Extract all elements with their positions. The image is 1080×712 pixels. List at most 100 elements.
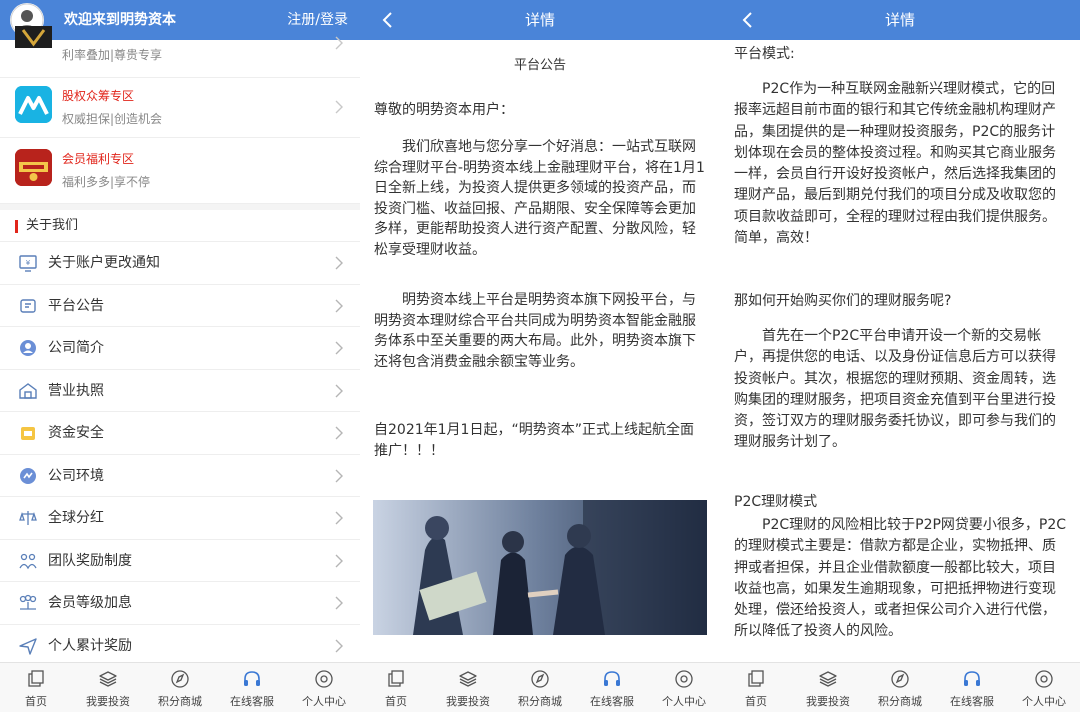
header-title: 详情 [884,11,915,29]
menu-item-license[interactable]: 营业执照 [0,370,360,412]
business-handshake-image [373,500,707,635]
tab-label: 个人中心 [302,695,346,708]
p2c-paragraph-3: P2C理财的风险相比较于P2P网贷要小很多，P2C的理财模式主要是：借款方都是企… [734,517,1067,640]
detail-header: 详情 [720,0,1080,40]
header-title: 详情 [524,11,555,29]
promo-sub: 权威担保|创造机会 [62,112,163,126]
member-welfare-icon [15,149,52,186]
article-paragraph-3: 自2021年1月1日起，“明势资本”正式上线起航全面推广！！！ [374,422,694,459]
customer-service-icon [604,671,620,686]
tab-customer-service[interactable]: 在线客服 [936,663,1008,712]
company-profile-icon [20,340,36,356]
detail-header: 详情 [360,0,720,40]
announcement-icon [20,298,36,313]
tab-label: 积分商城 [518,695,562,708]
tab-user-center[interactable]: 个人中心 [1008,663,1080,712]
chevron-right-icon [335,256,343,270]
vip-badge-icon [15,26,52,48]
section-marker [15,220,18,233]
invest-icon [99,671,117,687]
tab-home[interactable]: 首页 [720,663,792,712]
points-mall-icon [891,670,909,688]
menu-item-label: 资金安全 [48,425,104,441]
customer-service-icon [964,671,980,686]
p2c-paragraph-2: 首先在一个P2C平台申请开设一个新的交易帐户，再提供您的电话、以及身份证信息后方… [734,328,1056,451]
user-center-icon [315,670,333,688]
tab-label: 积分商城 [158,695,202,708]
member-level-icon [19,594,37,610]
svg-text:¥: ¥ [26,259,31,267]
chevron-right-icon [335,36,343,50]
about-us-section: 关于我们 [0,204,360,242]
tab-customer-service[interactable]: 在线客服 [216,663,288,712]
section-title: 关于我们 [26,218,79,233]
tab-bar: 首页 我要投资 积分商城 在线客服 个人中心 [720,662,1080,712]
points-mall-icon [531,670,549,688]
home-icon [28,670,44,687]
menu-item-member-level[interactable]: 会员等级加息 [0,582,360,625]
menu-item-label: 营业执照 [48,382,104,399]
tab-label: 积分商城 [878,695,922,708]
promo-vip[interactable]: 利率叠加|尊贵专享 [0,24,360,78]
menu-item-environment[interactable]: 公司环境 [0,455,360,497]
chevron-right-icon [335,341,343,355]
promo-member-welfare[interactable]: 会员福利专区 福利多多|享不停 [0,138,360,204]
tab-points-mall[interactable]: 积分商城 [504,663,576,712]
announcement-screen: 详情 平台公告 尊敬的明势资本用户： 我们欣喜地与您分享一个好消息：一站式互联网… [360,0,720,712]
tab-invest[interactable]: 我要投资 [792,663,864,712]
chevron-right-icon [335,426,343,440]
menu-item-team-reward[interactable]: 团队奖励制度 [0,540,360,582]
home-icon [748,670,764,687]
personal-reward-icon [19,637,37,655]
promo-crowdfunding[interactable]: 股权众筹专区 权威担保|创造机会 [0,76,360,138]
p2c-paragraph-1: P2C作为一种互联网金融新兴理财模式，它的回报率远超目前市面的银行和其它传统金融… [734,81,1056,247]
tab-label: 个人中心 [1022,695,1066,708]
menu-item-label: 关于账户更改通知 [48,255,160,271]
tab-points-mall[interactable]: 积分商城 [144,663,216,712]
chevron-right-icon [335,299,343,312]
tab-home[interactable]: 首页 [0,663,72,712]
menu-item-dividend[interactable]: 全球分红 [0,497,360,540]
invest-icon [459,671,477,687]
tab-label: 我要投资 [806,695,850,708]
menu-item-label: 全球分红 [48,510,104,526]
menu-item-notice[interactable]: ¥ 关于账户更改通知 [0,242,360,285]
tab-customer-service[interactable]: 在线客服 [576,663,648,712]
tab-user-center[interactable]: 个人中心 [288,663,360,712]
points-mall-icon [171,670,189,688]
chevron-right-icon [335,554,343,567]
article-paragraph-1: 我们欣喜地与您分享一个好消息：一站式互联网综合理财平台-明势资本线上金融理财平台… [374,139,705,258]
tab-home[interactable]: 首页 [360,663,432,712]
menu-item-personal-reward[interactable]: 个人累计奖励 [0,625,360,667]
article-paragraph-2: 明势资本线上平台是明势资本旗下网投平台，与明势资本理财综合平台共同成为明势资本智… [374,292,696,370]
chevron-right-icon [335,639,343,652]
tab-label: 首页 [25,695,47,708]
promo-title: 会员福利专区 [62,152,135,166]
promo-title: 股权众筹专区 [62,89,135,103]
license-icon [19,382,37,399]
tab-label: 首页 [385,695,407,708]
tab-label: 首页 [745,695,767,708]
user-center-icon [675,670,693,688]
tab-label: 在线客服 [590,695,634,708]
notice-icon: ¥ [19,255,37,272]
p2c-mode-heading: P2C理财模式 [734,494,818,510]
menu-item-fund-safety[interactable]: 资金安全 [0,412,360,455]
menu-item-company-profile[interactable]: 公司简介 [0,327,360,370]
user-center-icon [1035,670,1053,688]
tab-invest[interactable]: 我要投资 [432,663,504,712]
home-screen: 欢迎来到明势资本 注册/登录 利率叠加|尊贵专享 股权众筹专区 权威担保|创造机… [0,0,360,712]
greeting: 尊敬的明势资本用户： [374,102,514,118]
tab-label: 我要投资 [446,695,490,708]
menu-item-label: 公司环境 [48,467,104,484]
menu-item-label: 会员等级加息 [48,595,132,611]
tab-invest[interactable]: 我要投资 [72,663,144,712]
menu-item-announcement[interactable]: 平台公告 [0,285,360,327]
chevron-right-icon [335,384,343,397]
tab-points-mall[interactable]: 积分商城 [864,663,936,712]
chevron-right-icon [335,596,343,610]
menu-item-label: 团队奖励制度 [48,552,132,569]
chevron-right-icon [335,511,343,525]
tab-user-center[interactable]: 个人中心 [648,663,720,712]
fund-safety-icon [21,427,35,440]
